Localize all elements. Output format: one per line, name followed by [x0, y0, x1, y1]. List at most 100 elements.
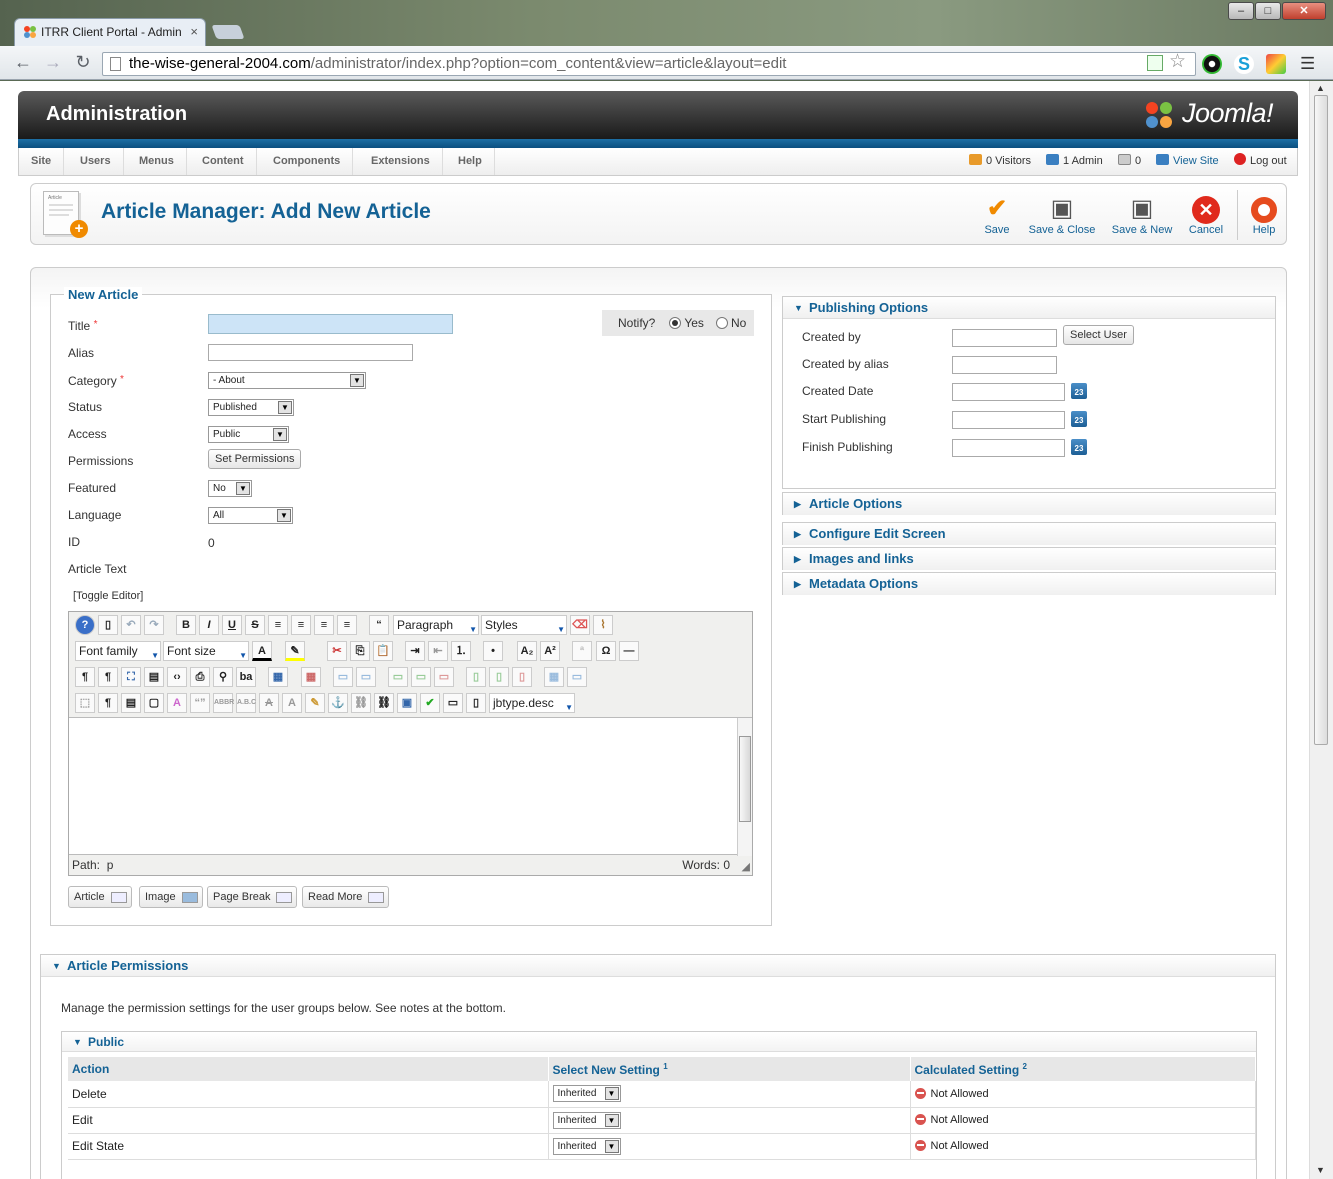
anchor-icon[interactable]: ⚓ [328, 693, 348, 713]
resize-handle-icon[interactable]: ◢ [742, 860, 750, 873]
unlink-icon[interactable]: ⛓ [351, 693, 371, 713]
preview-icon[interactable]: ▤ [144, 667, 164, 687]
rtl-icon[interactable]: ¶ [98, 667, 118, 687]
eraser-icon[interactable]: ⌫ [570, 615, 590, 635]
back-arrow-icon[interactable]: ← [12, 52, 34, 74]
print-icon[interactable]: ⎙ [190, 667, 210, 687]
extension-circle-icon[interactable] [1202, 54, 1222, 74]
wrench-menu-icon[interactable]: ☰ [1300, 54, 1315, 74]
blockquote-icon[interactable]: “ [369, 615, 389, 635]
help-icon[interactable]: ? [75, 615, 95, 635]
replace-icon[interactable]: ba [236, 667, 256, 687]
layer-icon[interactable]: ▢ [144, 693, 164, 713]
page-break-button[interactable]: Page Break [207, 886, 298, 908]
article-options-panel[interactable]: ▶ Article Options [782, 492, 1276, 515]
read-more-button[interactable]: Read More [302, 886, 390, 908]
access-select[interactable]: Public ▼ [208, 426, 289, 443]
finish-publishing-input[interactable] [952, 439, 1065, 457]
messages-status[interactable]: 0 [1118, 148, 1141, 175]
bullet-list-icon[interactable]: • [483, 641, 503, 661]
notify-no-radio[interactable] [715, 317, 728, 329]
redo-icon[interactable]: ↷ [144, 615, 164, 635]
tab-close-icon[interactable]: × [190, 24, 198, 39]
spellcheck-icon[interactable]: ✔ [420, 693, 440, 713]
image-icon[interactable]: ▣ [397, 693, 417, 713]
menu-components[interactable]: Components [261, 148, 354, 175]
cut-icon[interactable]: ✂ [327, 641, 347, 661]
menu-site[interactable]: Site [19, 148, 65, 175]
extension-meter-icon[interactable] [1266, 54, 1286, 74]
help-button[interactable]: Help [1229, 194, 1299, 240]
forward-arrow-icon[interactable]: → [42, 52, 64, 74]
category-select[interactable]: - About ▼ [208, 372, 366, 389]
delete-row-icon[interactable]: ▭ [434, 667, 454, 687]
omega-icon[interactable]: Ω [596, 641, 616, 661]
cite-icon[interactable]: “” [190, 693, 210, 713]
align-left-icon[interactable]: ≡ [314, 615, 334, 635]
page-scrollbar[interactable]: ▲ ▼ [1309, 81, 1333, 1179]
alias-input[interactable] [208, 344, 413, 361]
superscript-icon[interactable]: A² [540, 641, 560, 661]
font-size-select[interactable]: Font size ▼ [163, 641, 249, 661]
calendar-icon[interactable]: 23 [1071, 411, 1087, 427]
undo-icon[interactable]: ↶ [121, 615, 141, 635]
cleanup-brush-icon[interactable]: ⌇ [593, 615, 613, 635]
window-close-button[interactable]: ✕ [1282, 2, 1326, 20]
select-user-button[interactable]: Select User [1063, 325, 1134, 345]
styleprops-icon[interactable]: A [167, 693, 187, 713]
ltr-icon[interactable]: ¶ [75, 667, 95, 687]
link-icon[interactable]: ⛓ [374, 693, 394, 713]
menu-content[interactable]: Content [190, 148, 257, 175]
window-minimize-button[interactable]: – [1228, 2, 1254, 20]
media-icon[interactable]: ▭ [443, 693, 463, 713]
pagebreak-icon[interactable]: ▯ [466, 693, 486, 713]
show-blocks-icon[interactable]: ¶ [98, 693, 118, 713]
rss-icon[interactable] [1147, 55, 1163, 71]
bold-icon[interactable]: B [176, 615, 196, 635]
extension-s-icon[interactable]: S [1234, 54, 1254, 74]
window-maximize-button[interactable]: □ [1255, 2, 1281, 20]
highlight-color-icon[interactable]: ✎ [285, 641, 305, 661]
publishing-options-header[interactable]: ▼ Publishing Options [783, 297, 1275, 319]
setting-select[interactable]: Inherited ▼ [552, 1137, 621, 1155]
ins-icon[interactable]: A [282, 693, 302, 713]
setting-select[interactable]: Inherited ▼ [552, 1111, 621, 1129]
public-group-header[interactable]: ▼ Public [62, 1032, 1256, 1052]
acronym-icon[interactable]: A.B.C [236, 693, 256, 713]
toggle-editor-link[interactable]: [Toggle Editor] [73, 590, 143, 602]
calendar-icon[interactable]: 23 [1071, 383, 1087, 399]
logout-link[interactable]: Log out [1234, 148, 1287, 175]
metadata-options-panel[interactable]: ▶ Metadata Options [782, 572, 1276, 595]
calendar-icon[interactable]: 23 [1071, 439, 1087, 455]
insert-image-button[interactable]: Image [139, 886, 203, 908]
text-color-icon[interactable]: A [252, 641, 272, 661]
language-select[interactable]: All ▼ [208, 507, 293, 524]
paste-icon[interactable]: 📋 [373, 641, 393, 661]
images-links-panel[interactable]: ▶ Images and links [782, 547, 1276, 570]
featured-select[interactable]: No ▼ [208, 480, 252, 497]
created-by-input[interactable] [952, 329, 1057, 347]
menu-menus[interactable]: Menus [127, 148, 187, 175]
indent-icon[interactable]: ⇥ [405, 641, 425, 661]
fullscreen-icon[interactable]: ⛶ [121, 667, 141, 687]
configure-edit-screen-panel[interactable]: ▶ Configure Edit Screen [782, 522, 1276, 545]
abbr-icon[interactable]: ABBR [213, 693, 234, 713]
set-permissions-button[interactable]: Set Permissions [208, 449, 302, 469]
table-cell-props-icon[interactable]: ▭ [356, 667, 376, 687]
start-publishing-input[interactable] [952, 411, 1065, 429]
underline-icon[interactable]: U [222, 615, 242, 635]
horizontal-rule-icon[interactable]: — [619, 641, 639, 661]
copy-icon[interactable]: ⎘ [350, 641, 370, 661]
reload-icon[interactable]: ↻ [72, 52, 94, 74]
menu-users[interactable]: Users [68, 148, 124, 175]
insert-article-button[interactable]: Article [68, 886, 132, 908]
title-input[interactable] [208, 314, 453, 334]
find-icon[interactable]: ⚲ [213, 667, 233, 687]
menu-extensions[interactable]: Extensions [359, 148, 443, 175]
jbtype-select[interactable]: jbtype.desc ▼ [489, 693, 575, 713]
view-site-link[interactable]: View Site [1156, 148, 1219, 175]
split-cells-icon[interactable]: ▦ [544, 667, 564, 687]
subscript-icon[interactable]: A₂ [517, 641, 537, 661]
setting-select[interactable]: Inherited ▼ [552, 1085, 621, 1103]
align-right-icon[interactable]: ≡ [337, 615, 357, 635]
